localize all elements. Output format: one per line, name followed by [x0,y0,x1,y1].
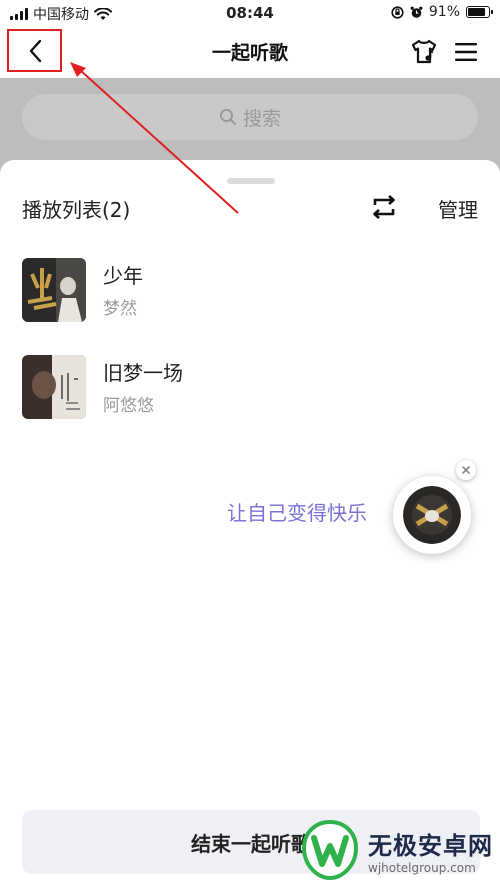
floating-mini-player[interactable] [393,476,471,554]
watermark-url: wjhotelgroup.com [368,860,476,875]
playlist-title: 播放列表(2) [22,198,131,222]
status-bar: 中国移动 08:44 91% [0,0,500,26]
album-cover [22,355,86,419]
repeat-icon [373,195,395,219]
search-bar[interactable]: 搜索 [22,94,478,140]
watermark-title: 无极安卓网 [368,831,493,860]
song-item[interactable]: 旧梦一场 阿悠悠 [22,355,482,419]
rotation-lock-icon [391,5,404,19]
watermark-logo-icon [301,819,359,881]
menu-button[interactable] [450,36,482,68]
battery-percent: 91% [428,4,460,20]
tshirt-icon [411,39,437,64]
manage-button[interactable]: 管理 [438,194,478,223]
search-icon [219,108,236,125]
mini-player-close-button[interactable] [456,460,476,480]
nav-bar: 一起听歌 [0,26,500,78]
close-icon [462,466,470,474]
watermark: 无极安卓网 wjhotelgroup.com [298,812,498,888]
promo-text[interactable]: 让自己变得快乐 [227,497,367,526]
album-cover [22,258,86,322]
hamburger-menu-icon [455,43,477,61]
loop-mode-button[interactable] [366,191,402,223]
drag-handle[interactable] [227,178,275,184]
tshirt-button[interactable] [408,36,440,68]
song-item[interactable]: 少年 梦然 [22,258,482,322]
battery-icon [466,6,493,18]
alarm-icon [410,6,423,18]
song-artist: 阿悠悠 [103,396,154,416]
mini-player-cover [403,486,461,544]
playlist-sheet: 播放列表(2) 管理 少年 梦然 旧梦一场 阿悠悠 让自己变得快乐 结束一起听歌 [0,160,500,890]
song-title: 旧梦一场 [103,361,183,385]
status-right: 91% [391,4,493,20]
song-artist: 梦然 [103,299,137,319]
search-placeholder: 搜索 [242,107,281,130]
song-title: 少年 [103,264,143,288]
